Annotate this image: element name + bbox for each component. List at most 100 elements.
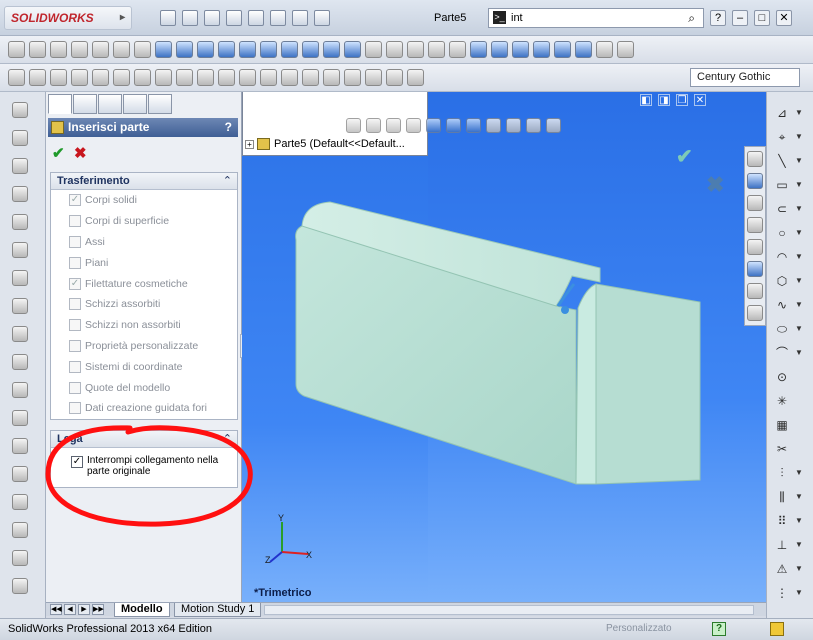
pattern-icon[interactable] xyxy=(12,410,28,426)
chevron-down-icon[interactable]: ▼ xyxy=(795,276,803,285)
ok-button[interactable]: ✔ xyxy=(52,144,65,162)
circle-icon[interactable]: ○ xyxy=(775,226,789,240)
open-folder-icon[interactable] xyxy=(182,10,198,26)
measure-icon[interactable] xyxy=(365,41,382,58)
minimize-button[interactable]: – xyxy=(732,10,748,26)
chevron-down-icon[interactable]: ▼ xyxy=(795,132,803,141)
fillet-icon[interactable] xyxy=(12,242,28,258)
revolve-icon[interactable] xyxy=(12,130,28,146)
hide-show-icon[interactable] xyxy=(466,118,481,133)
options-icon[interactable] xyxy=(314,10,330,26)
link-group-heading[interactable]: Lega ⌃ xyxy=(51,431,237,448)
help-button[interactable]: ? xyxy=(710,10,726,26)
transfer-option[interactable]: Assi xyxy=(51,232,237,253)
prev-tab-icon[interactable]: ◀ xyxy=(64,604,76,615)
repair-icon[interactable]: ⚠ xyxy=(775,562,789,576)
tab-modello[interactable]: Modello xyxy=(114,603,170,617)
trim-icon[interactable]: ✂ xyxy=(775,442,789,456)
close-button[interactable]: ✕ xyxy=(776,10,792,26)
custom-properties-icon[interactable] xyxy=(747,305,763,321)
dome-icon[interactable] xyxy=(12,550,28,566)
chevron-down-icon[interactable]: ▼ xyxy=(795,588,803,597)
undo-icon[interactable] xyxy=(248,10,264,26)
hole-callout-icon[interactable] xyxy=(260,69,277,86)
expand-icon[interactable]: + xyxy=(245,139,254,149)
align-icon[interactable] xyxy=(134,41,151,58)
chevron-down-icon[interactable]: ▼ xyxy=(795,492,803,501)
transfer-option[interactable]: Schizzi assorbiti xyxy=(51,294,237,315)
wrap-icon[interactable] xyxy=(12,522,28,538)
edit-appearance-icon[interactable] xyxy=(486,118,501,133)
transfer-option[interactable]: Schizzi non assorbiti xyxy=(51,315,237,336)
print-icon[interactable] xyxy=(226,10,242,26)
first-tab-icon[interactable]: ◀◀ xyxy=(50,604,62,615)
ellipse-icon[interactable]: ⬭ xyxy=(775,322,789,336)
datum-icon[interactable] xyxy=(176,69,193,86)
table-insert-icon[interactable] xyxy=(302,69,319,86)
hidden-removed-icon[interactable] xyxy=(512,41,529,58)
line-icon[interactable]: ╲ xyxy=(775,154,789,168)
cube-dimetric-icon[interactable] xyxy=(344,41,361,58)
wireframe-icon[interactable] xyxy=(470,41,487,58)
status-units[interactable]: Personalizzato xyxy=(606,623,672,634)
zoom-area-icon[interactable] xyxy=(366,118,381,133)
table-icon[interactable] xyxy=(50,41,67,58)
flex-icon[interactable] xyxy=(12,578,28,594)
cancel-button[interactable]: ✖ xyxy=(74,144,87,162)
anchor-icon[interactable] xyxy=(155,41,172,58)
sketch-icon[interactable]: ⊿ xyxy=(775,106,789,120)
view-toolbar-icon[interactable] xyxy=(8,41,25,58)
tile-left-icon[interactable]: ◧ xyxy=(640,94,652,106)
tree-item-part[interactable]: + Parte5 (Default<<Default... xyxy=(245,138,405,151)
chevron-down-icon[interactable]: ▼ xyxy=(795,300,803,309)
design-library-icon[interactable] xyxy=(747,173,763,189)
collapse-icon[interactable]: ⌃ xyxy=(223,431,232,447)
polygon-icon[interactable]: ⬡ xyxy=(775,274,789,288)
view-settings-icon[interactable] xyxy=(526,118,541,133)
note-icon[interactable] xyxy=(134,69,151,86)
quick-snaps-icon[interactable]: ⋮ xyxy=(775,586,789,600)
transfer-option[interactable]: Dati creazione guidata fori xyxy=(51,398,237,419)
center-mark-icon[interactable] xyxy=(281,69,298,86)
text-format-icon[interactable] xyxy=(323,69,340,86)
tile-right-icon[interactable]: ◨ xyxy=(658,94,670,106)
shaded-icon[interactable] xyxy=(554,41,571,58)
appearance-icon[interactable] xyxy=(596,41,613,58)
zoom-fit-icon[interactable] xyxy=(346,118,361,133)
chevron-down-icon[interactable]: ▼ xyxy=(795,252,803,261)
chart-icon[interactable] xyxy=(747,217,763,233)
offset-icon[interactable]: ⫶ xyxy=(775,466,789,480)
tab-dim-xpert[interactable] xyxy=(123,94,147,114)
fillet-sketch-icon[interactable]: ⌒ xyxy=(775,346,789,360)
tab-configuration-manager[interactable] xyxy=(98,94,122,114)
centerline-icon[interactable]: ⊙ xyxy=(775,370,789,384)
cube-top-icon[interactable] xyxy=(260,41,277,58)
section-view-icon[interactable] xyxy=(406,118,421,133)
point-icon[interactable]: ✳ xyxy=(775,394,789,408)
relations-icon[interactable]: ⊥ xyxy=(775,538,789,552)
transfer-checkbox[interactable] xyxy=(69,235,81,248)
globe-icon[interactable] xyxy=(50,69,67,86)
transfer-option[interactable]: Proprietà personalizzate xyxy=(51,336,237,357)
transfer-checkbox[interactable] xyxy=(69,339,81,352)
cube-trimetric-icon[interactable] xyxy=(323,41,340,58)
view-orientation-icon[interactable] xyxy=(426,118,441,133)
appearances-icon[interactable] xyxy=(747,283,763,299)
next-tab-icon[interactable]: ▶ xyxy=(78,604,90,615)
transfer-checkbox[interactable] xyxy=(69,402,81,415)
tab-property-manager[interactable] xyxy=(73,94,97,114)
break-link-checkbox[interactable] xyxy=(71,456,83,468)
pattern-sketch-icon[interactable]: ⠿ xyxy=(775,514,789,528)
monitor-icon[interactable] xyxy=(546,118,561,133)
loft-icon[interactable] xyxy=(12,186,28,202)
help-button[interactable]: ? xyxy=(225,118,232,137)
surface-finish-icon[interactable] xyxy=(197,69,214,86)
tooltip-icon[interactable] xyxy=(770,622,784,636)
new-document-icon[interactable] xyxy=(160,10,176,26)
spline-icon[interactable]: ∿ xyxy=(775,298,789,312)
rib-icon[interactable] xyxy=(12,298,28,314)
transfer-option[interactable]: Sistemi di coordinate xyxy=(51,356,237,377)
save-icon[interactable] xyxy=(204,10,220,26)
section-icon[interactable] xyxy=(575,41,592,58)
more-tools-icon[interactable] xyxy=(617,41,634,58)
